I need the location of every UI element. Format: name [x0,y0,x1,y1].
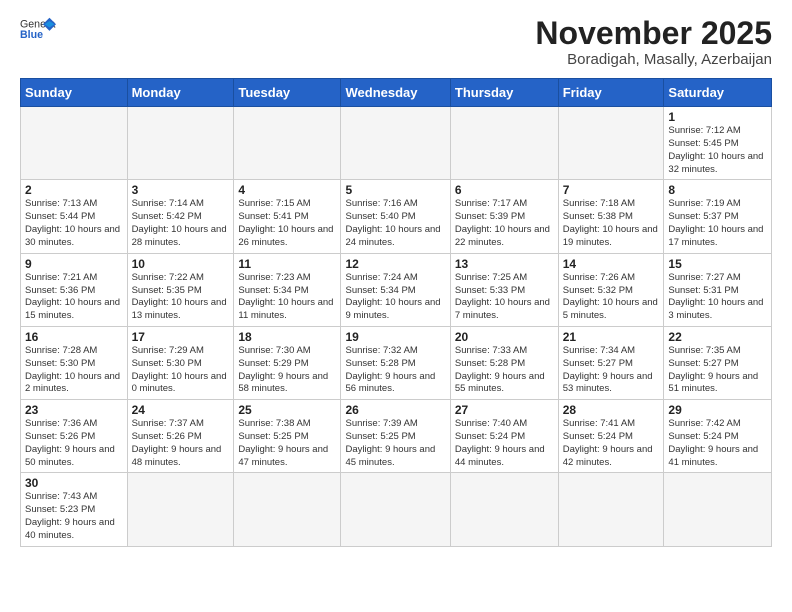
day-15: 15 Sunrise: 7:27 AMSunset: 5:31 PMDaylig… [664,253,772,326]
header-tuesday: Tuesday [234,79,341,107]
day-empty [558,107,664,180]
page: General Blue November 2025 Boradigah, Ma… [0,0,792,612]
day-27: 27 Sunrise: 7:40 AMSunset: 5:24 PMDaylig… [450,400,558,473]
day-23: 23 Sunrise: 7:36 AMSunset: 5:26 PMDaylig… [21,400,128,473]
day-empty [234,107,341,180]
logo: General Blue [20,16,56,44]
calendar-row-1: 1 Sunrise: 7:12 AMSunset: 5:45 PMDayligh… [21,107,772,180]
day-24: 24 Sunrise: 7:37 AMSunset: 5:26 PMDaylig… [127,400,234,473]
day-28: 28 Sunrise: 7:41 AMSunset: 5:24 PMDaylig… [558,400,664,473]
calendar-table: Sunday Monday Tuesday Wednesday Thursday… [20,78,772,547]
day-empty [558,473,664,546]
day-4: 4 Sunrise: 7:15 AMSunset: 5:41 PMDayligh… [234,180,341,253]
day-empty [450,107,558,180]
svg-text:Blue: Blue [20,29,43,41]
day-11: 11 Sunrise: 7:23 AMSunset: 5:34 PMDaylig… [234,253,341,326]
day-empty [127,473,234,546]
day-empty [450,473,558,546]
day-19: 19 Sunrise: 7:32 AMSunset: 5:28 PMDaylig… [341,326,450,399]
day-18: 18 Sunrise: 7:30 AMSunset: 5:29 PMDaylig… [234,326,341,399]
month-title: November 2025 [535,16,772,51]
header-friday: Friday [558,79,664,107]
location: Boradigah, Masally, Azerbaijan [535,51,772,68]
header-monday: Monday [127,79,234,107]
day-1: 1 Sunrise: 7:12 AMSunset: 5:45 PMDayligh… [664,107,772,180]
day-30: 30 Sunrise: 7:43 AMSunset: 5:23 PMDaylig… [21,473,128,546]
day-2: 2 Sunrise: 7:13 AMSunset: 5:44 PMDayligh… [21,180,128,253]
weekday-header-row: Sunday Monday Tuesday Wednesday Thursday… [21,79,772,107]
day-empty [21,107,128,180]
day-empty [234,473,341,546]
day-6: 6 Sunrise: 7:17 AMSunset: 5:39 PMDayligh… [450,180,558,253]
calendar-row-6: 30 Sunrise: 7:43 AMSunset: 5:23 PMDaylig… [21,473,772,546]
day-20: 20 Sunrise: 7:33 AMSunset: 5:28 PMDaylig… [450,326,558,399]
day-9: 9 Sunrise: 7:21 AMSunset: 5:36 PMDayligh… [21,253,128,326]
day-empty [341,473,450,546]
day-empty [664,473,772,546]
day-3: 3 Sunrise: 7:14 AMSunset: 5:42 PMDayligh… [127,180,234,253]
header: General Blue November 2025 Boradigah, Ma… [20,16,772,68]
day-17: 17 Sunrise: 7:29 AMSunset: 5:30 PMDaylig… [127,326,234,399]
day-empty [127,107,234,180]
day-22: 22 Sunrise: 7:35 AMSunset: 5:27 PMDaylig… [664,326,772,399]
day-8: 8 Sunrise: 7:19 AMSunset: 5:37 PMDayligh… [664,180,772,253]
generalblue-icon: General Blue [20,16,56,44]
day-empty [341,107,450,180]
day-13: 13 Sunrise: 7:25 AMSunset: 5:33 PMDaylig… [450,253,558,326]
day-14: 14 Sunrise: 7:26 AMSunset: 5:32 PMDaylig… [558,253,664,326]
day-7: 7 Sunrise: 7:18 AMSunset: 5:38 PMDayligh… [558,180,664,253]
header-thursday: Thursday [450,79,558,107]
calendar-row-3: 9 Sunrise: 7:21 AMSunset: 5:36 PMDayligh… [21,253,772,326]
day-25: 25 Sunrise: 7:38 AMSunset: 5:25 PMDaylig… [234,400,341,473]
day-12: 12 Sunrise: 7:24 AMSunset: 5:34 PMDaylig… [341,253,450,326]
day-16: 16 Sunrise: 7:28 AMSunset: 5:30 PMDaylig… [21,326,128,399]
calendar-row-4: 16 Sunrise: 7:28 AMSunset: 5:30 PMDaylig… [21,326,772,399]
title-block: November 2025 Boradigah, Masally, Azerba… [535,16,772,68]
day-29: 29 Sunrise: 7:42 AMSunset: 5:24 PMDaylig… [664,400,772,473]
day-26: 26 Sunrise: 7:39 AMSunset: 5:25 PMDaylig… [341,400,450,473]
day-5: 5 Sunrise: 7:16 AMSunset: 5:40 PMDayligh… [341,180,450,253]
header-wednesday: Wednesday [341,79,450,107]
header-saturday: Saturday [664,79,772,107]
calendar-row-5: 23 Sunrise: 7:36 AMSunset: 5:26 PMDaylig… [21,400,772,473]
day-10: 10 Sunrise: 7:22 AMSunset: 5:35 PMDaylig… [127,253,234,326]
day-21: 21 Sunrise: 7:34 AMSunset: 5:27 PMDaylig… [558,326,664,399]
header-sunday: Sunday [21,79,128,107]
calendar-row-2: 2 Sunrise: 7:13 AMSunset: 5:44 PMDayligh… [21,180,772,253]
